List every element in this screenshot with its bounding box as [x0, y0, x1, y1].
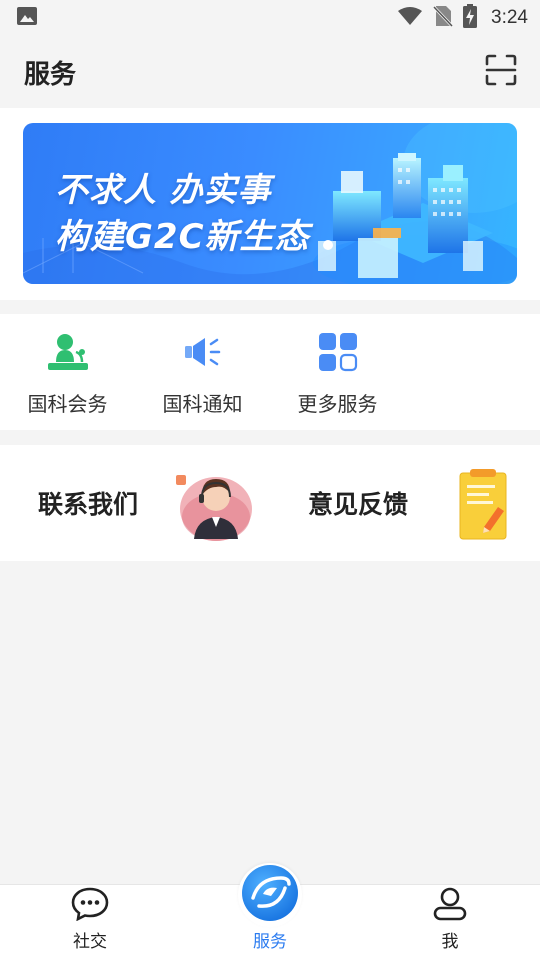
image-icon — [16, 5, 38, 31]
nav-me[interactable]: 我 — [360, 885, 540, 960]
scan-icon — [485, 54, 517, 90]
banner-section: 不求人 办实事 构建G2C新生态 — [0, 108, 540, 300]
wifi-icon — [397, 6, 423, 30]
conference-icon — [46, 330, 90, 374]
customer-service-icon — [172, 467, 256, 547]
nav-label: 社交 — [73, 932, 107, 952]
contact-us-label: 联系我们 — [38, 490, 139, 519]
page-title: 服务 — [24, 59, 77, 90]
service-label: 国科会务 — [27, 392, 108, 416]
service-conference[interactable]: 国科会务 — [0, 314, 135, 430]
megaphone-icon — [181, 330, 225, 374]
bottom-nav: 社交 服务 我 — [0, 863, 540, 960]
service-logo-bubble — [238, 863, 302, 927]
feedback-label: 意见反馈 — [308, 490, 409, 519]
service-label: 更多服务 — [297, 392, 378, 416]
service-logo-icon — [241, 864, 299, 926]
service-more[interactable]: 更多服务 — [270, 314, 405, 430]
service-notice[interactable]: 国科通知 — [135, 314, 270, 430]
contact-us-card[interactable]: 联系我们 — [0, 445, 270, 561]
services-grid: 国科会务 国科通知 更多服务 — [0, 314, 540, 430]
status-time: 3:24 — [491, 7, 528, 28]
chat-bubble-icon — [71, 887, 109, 925]
nav-social[interactable]: 社交 — [0, 885, 180, 960]
status-bar: 3:24 — [0, 0, 540, 36]
grid-icon — [316, 330, 360, 374]
nav-label: 服务 — [253, 932, 287, 952]
nav-service[interactable]: 服务 — [180, 863, 360, 960]
feedback-card[interactable]: 意见反馈 — [270, 445, 540, 561]
battery-charging-icon — [463, 4, 478, 32]
no-sim-icon — [432, 5, 454, 31]
feedback-notepad-icon — [456, 467, 510, 547]
app-header: 服务 — [0, 36, 540, 108]
user-icon — [432, 887, 468, 925]
service-label: 国科通知 — [162, 392, 243, 416]
promo-banner[interactable]: 不求人 办实事 构建G2C新生态 — [23, 123, 517, 284]
banner-headline: 不求人 办实事 — [55, 170, 272, 209]
contact-section: 联系我们 意见反馈 — [0, 445, 540, 561]
banner-subheadline: 构建G2C新生态 — [55, 217, 310, 257]
nav-label: 我 — [441, 932, 459, 952]
scan-button[interactable] — [484, 54, 518, 90]
